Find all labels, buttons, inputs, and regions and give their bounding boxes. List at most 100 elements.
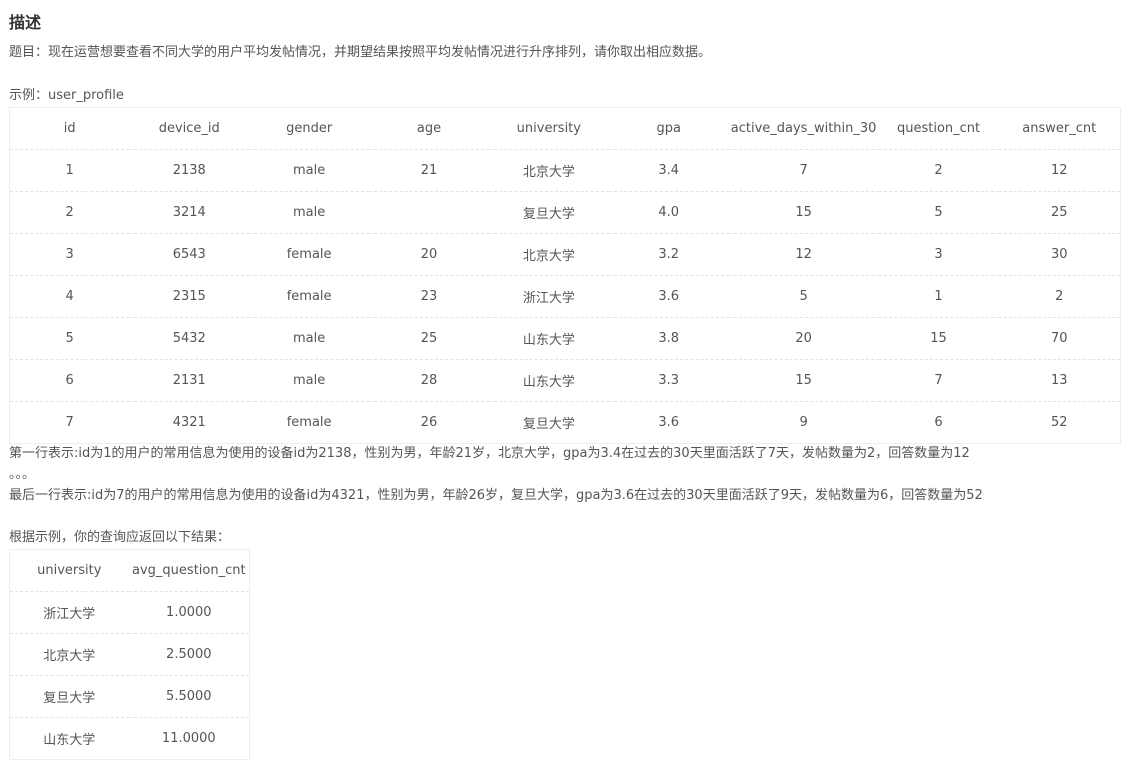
table-cell: 4 (9, 275, 130, 318)
table-row: 山东大学 11.0000 (10, 718, 250, 760)
table-cell: 5 (9, 317, 130, 360)
table-cell: 7 (878, 359, 999, 402)
table-cell: 7 (65, 415, 74, 430)
table-cell: 3 (9, 233, 130, 276)
table-cell: 15 (728, 191, 879, 234)
table-cell: 12 (998, 149, 1121, 192)
table-cell: 浙江大学 (488, 275, 609, 318)
note-last-row: 最后一行表示:id为7的用户的常用信息为使用的设备id为4321，性别为男，年龄… (9, 488, 983, 503)
table-cell: 北京大学 (9, 633, 129, 676)
table-cell: 52 (1050, 415, 1068, 430)
user-profile-body: 1 2138 male 21 北京大学 3.4 7 2 12 2 3214 male 复旦大学 4.0 15… (9, 149, 1121, 444)
table-cell: male (249, 191, 370, 234)
result-body: 浙江大学 1.0000 北京大学 2.5000 复旦大学 5.5000 山东大学 11.000… (9, 591, 250, 760)
table-cell: 26 (420, 415, 438, 430)
table-cell: 20 (369, 233, 489, 276)
note-ellipsis: 。。。 (9, 467, 36, 482)
table-cell: 5432 (129, 317, 250, 360)
table-cell: 5 (728, 275, 879, 318)
table-row: 3 6543 female 20 北京大学 3.2 12 3 30 (9, 233, 1121, 276)
table-cell: 浙江大学 (9, 591, 129, 634)
table-cell: 4.0 (608, 191, 729, 234)
table-cell: male (249, 359, 370, 402)
table-cell: male (249, 149, 370, 192)
table-cell: 5 (878, 191, 999, 234)
table-cell: 28 (369, 359, 489, 402)
result-table: university avg_question_cnt 浙江大学 1.0000 北京大… (9, 549, 250, 760)
table-cell: female (249, 233, 370, 276)
table-cell: 北京大学 (488, 149, 609, 192)
column-header: id (9, 107, 130, 150)
table-header-row: id device_id gender age university gpa active_… (9, 107, 1121, 150)
table-cell: 30 (998, 233, 1121, 276)
column-header: question_cnt (878, 107, 999, 150)
table-cell: 6 (9, 359, 130, 402)
table-cell: female (249, 275, 370, 318)
table-cell: 3.3 (608, 359, 729, 402)
column-header: university (488, 107, 609, 150)
table-row: 7 4321 female 26 复旦大学 3.6 9 6 52 (10, 402, 1121, 444)
table-cell: 3.6 (608, 275, 729, 318)
table-cell: 2131 (129, 359, 250, 402)
table-cell: 9 (799, 415, 808, 430)
table-row: 2 3214 male 复旦大学 4.0 15 5 25 (9, 191, 1121, 234)
table-cell: 复旦大学 (488, 191, 609, 234)
table-cell: 7 (728, 149, 879, 192)
table-cell: 3.8 (608, 317, 729, 360)
table-header-row: university avg_question_cnt (9, 549, 250, 592)
column-header: university (9, 549, 129, 592)
table-cell: 2 (9, 191, 130, 234)
section-heading: 描述 (9, 13, 42, 32)
table-cell: 2 (998, 275, 1121, 318)
table-cell: 70 (998, 317, 1121, 360)
table-cell: 北京大学 (488, 233, 609, 276)
result-header: university avg_question_cnt (9, 549, 250, 592)
question-text: 题目：现在运营想要查看不同大学的用户平均发帖情况，并期望结果按照平均发帖情况进行… (9, 45, 712, 60)
result-label: 根据示例，你的查询应返回以下结果： (9, 530, 231, 545)
table-cell: 2138 (129, 149, 250, 192)
table-cell: 复旦大学 (9, 675, 129, 718)
column-header: age (369, 107, 489, 150)
table-cell: 山东大学 (488, 317, 609, 360)
table-cell: female (286, 415, 332, 430)
note-first-row: 第一行表示:id为1的用户的常用信息为使用的设备id为2138，性别为男，年龄2… (9, 446, 970, 461)
table-cell: 6 (934, 415, 943, 430)
table-cell: 25 (369, 317, 489, 360)
table-cell: 21 (369, 149, 489, 192)
table-cell: male (249, 317, 370, 360)
table-cell: 3.2 (608, 233, 729, 276)
table-row: 6 2131 male 28 山东大学 3.3 15 7 13 (9, 359, 1121, 402)
table-cell (369, 191, 489, 234)
table-row: 北京大学 2.5000 (9, 633, 250, 676)
table-cell: 复旦大学 (522, 417, 575, 432)
table-cell: 3 (878, 233, 999, 276)
table-row: 1 2138 male 21 北京大学 3.4 7 2 12 (9, 149, 1121, 192)
table-row: 5 5432 male 25 山东大学 3.8 20 15 70 (9, 317, 1121, 360)
table-cell: 2.5000 (128, 633, 250, 676)
table-cell: 山东大学 (43, 733, 96, 748)
table-cell: 3.4 (608, 149, 729, 192)
table-row: 4 2315 female 23 浙江大学 3.6 5 1 2 (9, 275, 1121, 318)
table-cell: 4321 (172, 415, 206, 430)
table-cell: 12 (728, 233, 879, 276)
column-header: device_id (129, 107, 250, 150)
table-cell: 23 (369, 275, 489, 318)
column-header: answer_cnt (998, 107, 1121, 150)
table-cell: 6543 (129, 233, 250, 276)
table-cell: 15 (878, 317, 999, 360)
column-header: active_days_within_30 (728, 107, 879, 150)
table-cell: 山东大学 (488, 359, 609, 402)
table-row: 浙江大学 1.0000 (9, 591, 250, 634)
user-profile-table: id device_id gender age university gpa active_… (9, 107, 1121, 444)
table-cell: 1.0000 (128, 591, 250, 634)
table-cell: 1 (9, 149, 130, 192)
table-cell: 25 (998, 191, 1121, 234)
table-cell: 5.5000 (128, 675, 250, 718)
table-cell: 13 (998, 359, 1121, 402)
column-header: gpa (608, 107, 729, 150)
column-header: avg_question_cnt (128, 549, 250, 592)
table-cell: 20 (728, 317, 879, 360)
table-cell: 2 (878, 149, 999, 192)
column-header: gender (249, 107, 370, 150)
example-label: 示例：user_profile (9, 88, 124, 103)
